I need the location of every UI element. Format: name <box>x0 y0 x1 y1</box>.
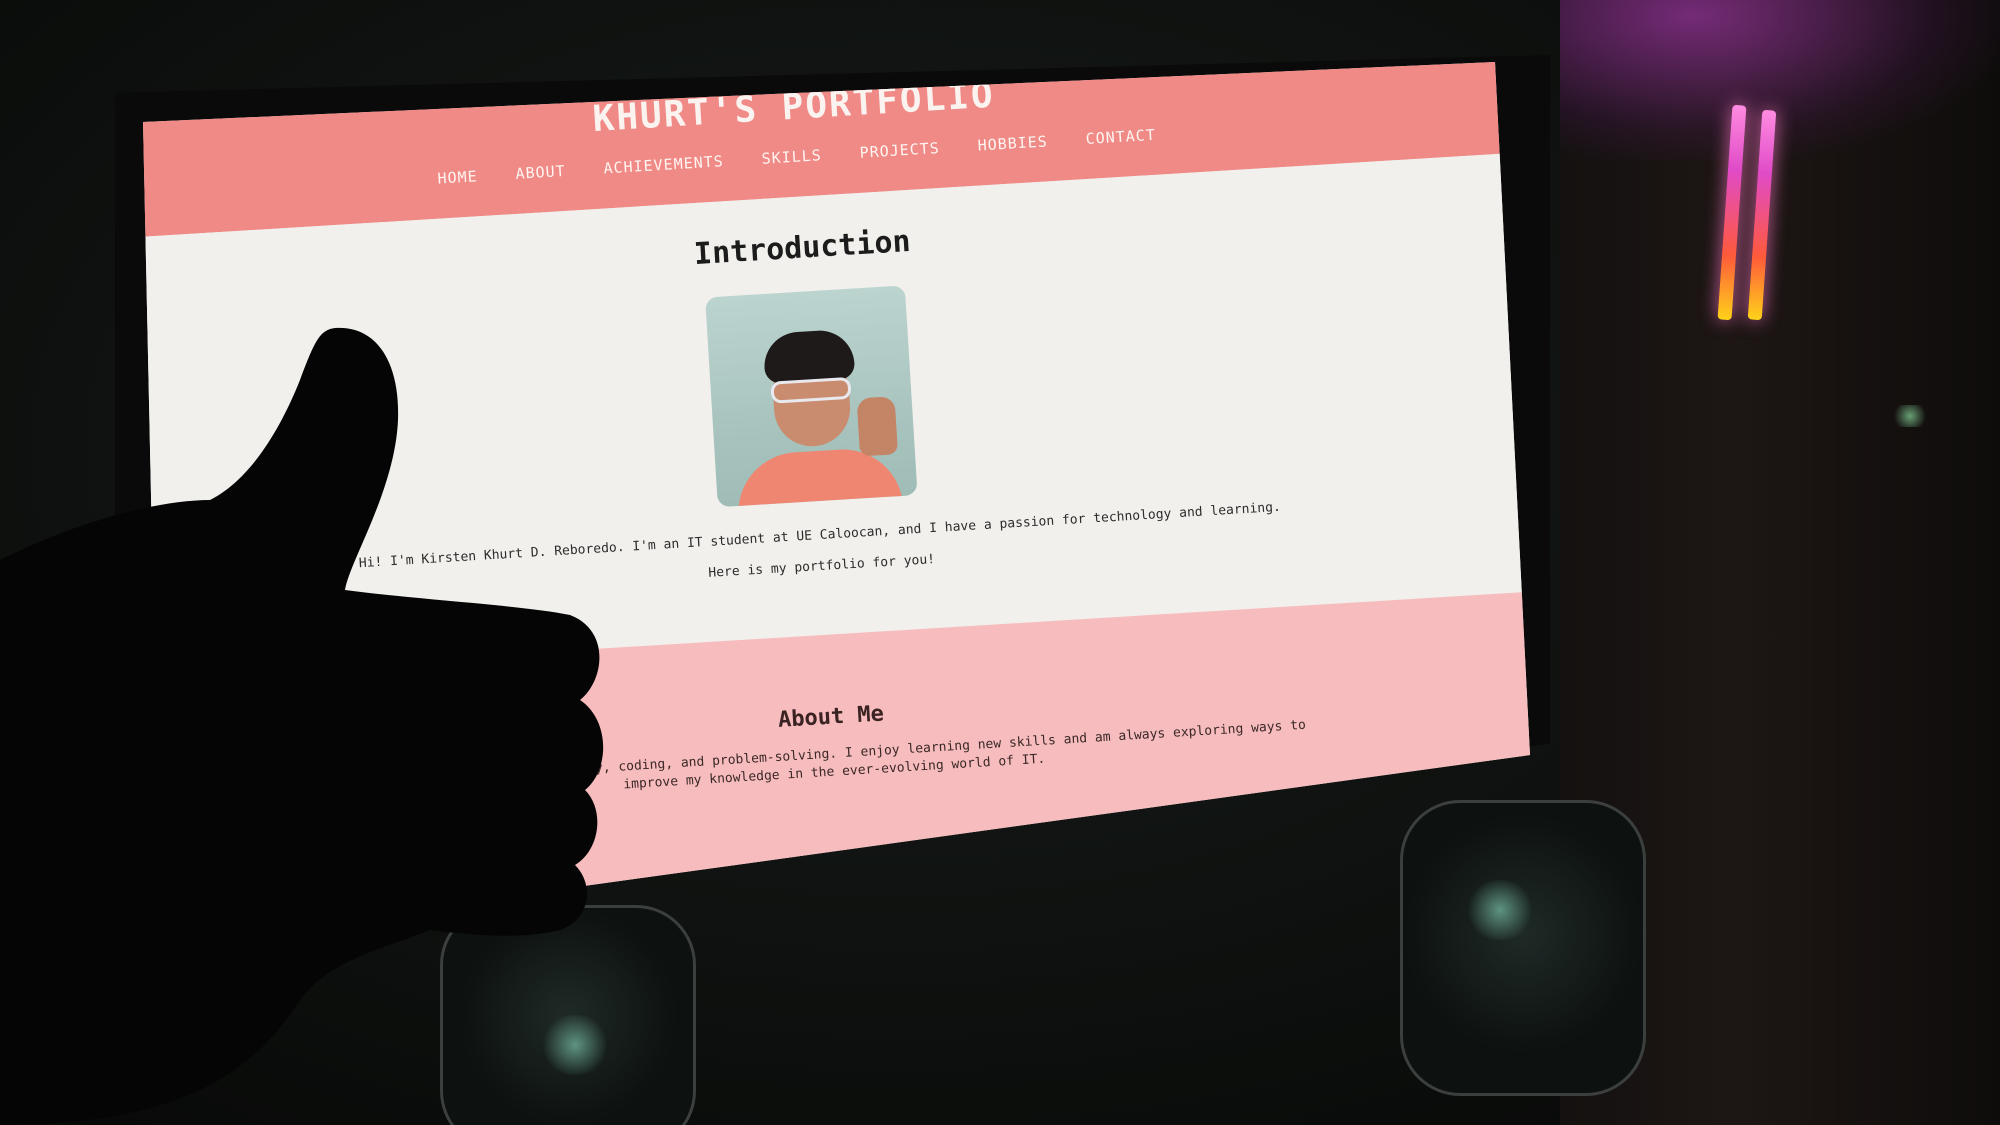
portfolio-page: KHURT'S PORTFOLIO HOME ABOUT ACHIEVEMENT… <box>143 62 1530 915</box>
speaker-light <box>540 1015 610 1075</box>
nav-projects[interactable]: PROJECTS <box>859 139 940 162</box>
introduction-section: Introduction Hi! I'm Kirsten Khurt D. Re… <box>143 152 1530 680</box>
profile-photo <box>705 285 918 508</box>
nav-skills[interactable]: SKILLS <box>761 146 822 168</box>
nav-home[interactable]: HOME <box>437 167 478 187</box>
rgb-glow <box>1560 0 2000 160</box>
photo-thumbs-up <box>856 396 899 457</box>
about-section: About Me I have a passion for technology… <box>143 590 1530 915</box>
nav-contact[interactable]: CONTACT <box>1085 126 1156 148</box>
speaker-right <box>1400 800 1646 1096</box>
nav-about[interactable]: ABOUT <box>515 162 566 183</box>
photo-hair <box>762 328 856 385</box>
pc-indicator-light <box>1890 405 1930 427</box>
photo-scene: KHURT'S PORTFOLIO HOME ABOUT ACHIEVEMENT… <box>0 0 2000 1125</box>
nav-hobbies[interactable]: HOBBIES <box>977 132 1048 154</box>
speaker-light <box>1465 880 1535 940</box>
nav-achievements[interactable]: ACHIEVEMENTS <box>603 152 724 177</box>
